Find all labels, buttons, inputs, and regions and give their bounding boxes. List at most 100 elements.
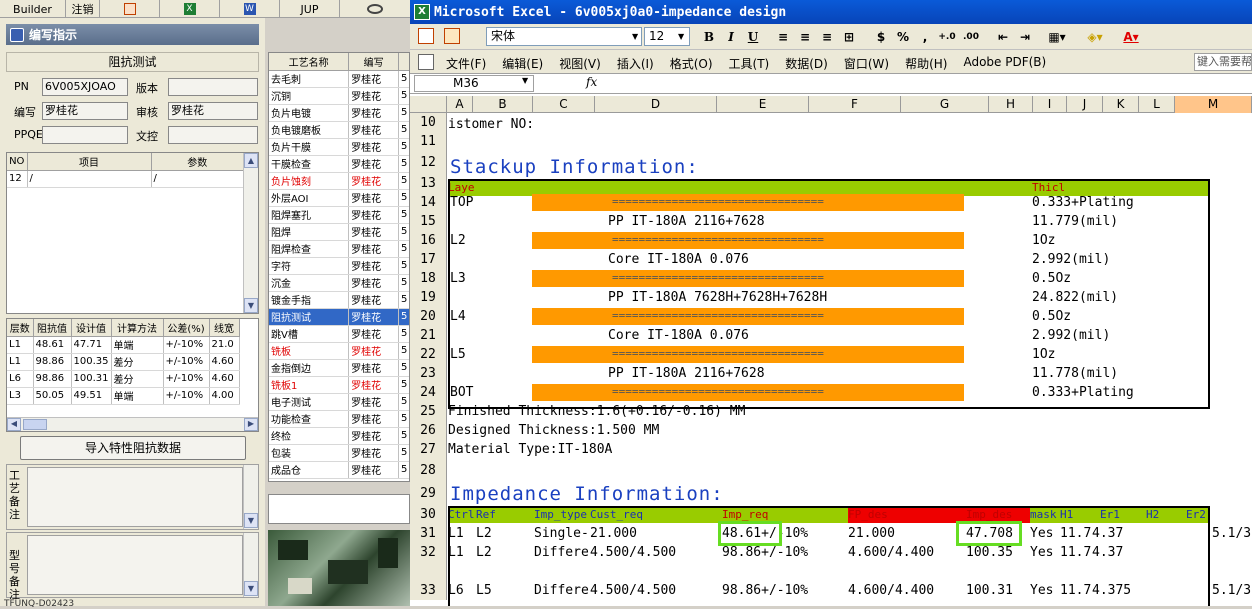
row-header[interactable]: 33 (410, 581, 447, 600)
process-row[interactable]: 功能检查 罗桂花 5 (269, 410, 409, 428)
column-header[interactable]: C (533, 96, 595, 113)
pdf-mail-icon[interactable] (444, 28, 460, 44)
column-header[interactable]: A (447, 96, 473, 113)
column-header[interactable]: B (473, 96, 533, 113)
chevron-down-icon[interactable]: ▼ (678, 28, 688, 45)
bold-button[interactable]: B (700, 28, 718, 46)
process-row[interactable]: 成品仓 罗桂花 5 (269, 461, 409, 479)
increase-decimal-icon[interactable]: +.0 (936, 28, 958, 46)
pn-field[interactable]: 6V005XJOAO (42, 78, 128, 96)
fill-color-icon[interactable]: ◈▾ (1080, 28, 1110, 46)
version-field[interactable] (168, 78, 258, 96)
row-header[interactable]: 16 (410, 231, 447, 250)
borders-icon[interactable]: ▦▾ (1044, 28, 1070, 46)
column-header[interactable]: K (1103, 96, 1139, 113)
row-header[interactable]: 32 (410, 543, 447, 562)
process-row[interactable]: 铣板 罗桂花 5 (269, 342, 409, 360)
row-header[interactable]: 25 (410, 402, 447, 421)
row-header[interactable]: 24 (410, 383, 447, 402)
row-header[interactable]: 12 (410, 151, 447, 174)
align-center-icon[interactable]: ≡ (796, 28, 814, 46)
column-header[interactable]: L (1139, 96, 1175, 113)
column-header[interactable]: G (901, 96, 989, 113)
menu-item[interactable]: 窗口(W) (844, 55, 889, 72)
menu-item[interactable]: 视图(V) (559, 55, 601, 72)
menu-item[interactable]: 编辑(E) (502, 55, 543, 72)
process-row[interactable]: 去毛刺 罗桂花 5 (269, 70, 409, 88)
row-header[interactable]: 11 (410, 132, 447, 151)
process-row[interactable]: 阻焊检查 罗桂花 5 (269, 240, 409, 258)
export-pdf-icon[interactable] (100, 0, 160, 18)
menu-item[interactable]: 数据(D) (785, 55, 828, 72)
fx-icon[interactable]: fx (586, 75, 597, 89)
column-header[interactable]: J (1067, 96, 1103, 113)
help-search-input[interactable]: 键入需要帮 (1194, 53, 1252, 71)
export-word-icon[interactable]: W (220, 0, 280, 18)
jump-button[interactable]: JUP (280, 0, 340, 18)
decrease-indent-icon[interactable]: ⇤ (994, 28, 1012, 46)
writer-field[interactable]: 罗桂花 (42, 102, 128, 120)
font-color-icon[interactable]: A▾ (1116, 28, 1146, 46)
row-header[interactable]: 28 (410, 459, 447, 482)
process-row[interactable]: 沉铜 罗桂花 5 (269, 87, 409, 105)
scroll-left-icon[interactable]: ◀ (7, 418, 21, 431)
name-box[interactable]: M36 (414, 75, 534, 92)
builder-button[interactable]: Builder (0, 0, 66, 18)
row-header[interactable]: 31 (410, 524, 447, 543)
currency-icon[interactable]: $ (872, 28, 890, 46)
scroll-up-icon[interactable]: ▲ (244, 153, 258, 168)
export-excel-icon[interactable]: X (160, 0, 220, 18)
scroll-down-icon[interactable]: ▼ (244, 298, 258, 313)
table-row[interactable]: L6 98.86 100.31 差分 +/-10% 4.60 (7, 370, 240, 388)
table-row[interactable]: 12 / / (7, 170, 244, 188)
row-header[interactable]: 15 (410, 212, 447, 231)
row-header[interactable]: 18 (410, 269, 447, 288)
row-header[interactable]: 10 (410, 113, 447, 132)
menu-item[interactable]: Adobe PDF(B) (963, 55, 1046, 72)
column-header[interactable]: E (717, 96, 809, 113)
process-row[interactable]: 负电镀磨板 罗桂花 5 (269, 121, 409, 139)
import-impedance-button[interactable]: 导入特性阻抗数据 (20, 436, 246, 460)
row-header[interactable]: 30 (410, 505, 447, 524)
process-row[interactable]: 阻焊 罗桂花 5 (269, 223, 409, 241)
column-header[interactable]: I (1033, 96, 1067, 113)
menu-item[interactable]: 工具(T) (729, 55, 770, 72)
row-header[interactable] (410, 562, 447, 581)
comma-icon[interactable]: , (916, 28, 934, 46)
scroll-thumb[interactable] (23, 419, 47, 430)
column-header[interactable]: M (1175, 96, 1252, 113)
process-row[interactable]: 外层AOI 罗桂花 5 (269, 189, 409, 207)
align-right-icon[interactable]: ≡ (818, 28, 836, 46)
process-row[interactable]: 负片干膜 罗桂花 5 (269, 138, 409, 156)
process-row[interactable]: 负片电镀 罗桂花 5 (269, 104, 409, 122)
column-header[interactable]: H (989, 96, 1033, 113)
process-row[interactable]: 阻焊塞孔 罗桂花 5 (269, 206, 409, 224)
font-name-select[interactable]: 宋体 (486, 27, 642, 46)
process-row[interactable]: 阻抗测试 罗桂花 5 (269, 308, 409, 326)
row-header[interactable]: 29 (410, 482, 447, 505)
view-eye-icon[interactable] (340, 0, 410, 18)
formula-input[interactable] (610, 75, 1250, 92)
process-row[interactable]: 包装 罗桂花 5 (269, 444, 409, 462)
row-header[interactable]: 17 (410, 250, 447, 269)
row-header[interactable]: 21 (410, 326, 447, 345)
pdf-convert-icon[interactable] (418, 28, 434, 44)
reviewer-field[interactable]: 罗桂花 (168, 102, 258, 120)
underline-button[interactable]: U (744, 28, 762, 46)
process-row[interactable]: 字符 罗桂花 5 (269, 257, 409, 275)
process-row[interactable]: 金指倒边 罗桂花 5 (269, 359, 409, 377)
percent-icon[interactable]: % (894, 28, 912, 46)
row-header[interactable]: 26 (410, 421, 447, 440)
row-header[interactable]: 13 (410, 174, 447, 193)
process-remark-input[interactable] (27, 467, 243, 527)
align-left-icon[interactable]: ≡ (774, 28, 792, 46)
process-row[interactable]: 终检 罗桂花 5 (269, 427, 409, 445)
scroll-right-icon[interactable]: ▶ (244, 418, 258, 431)
vertical-scrollbar[interactable]: ▼ (243, 465, 258, 529)
workbook-icon[interactable] (418, 54, 434, 70)
process-row[interactable]: 干膜检查 罗桂花 5 (269, 155, 409, 173)
process-row[interactable]: 镀金手指 罗桂花 5 (269, 291, 409, 309)
process-note-field[interactable] (268, 494, 410, 524)
row-header[interactable]: 22 (410, 345, 447, 364)
row-header[interactable]: 27 (410, 440, 447, 459)
